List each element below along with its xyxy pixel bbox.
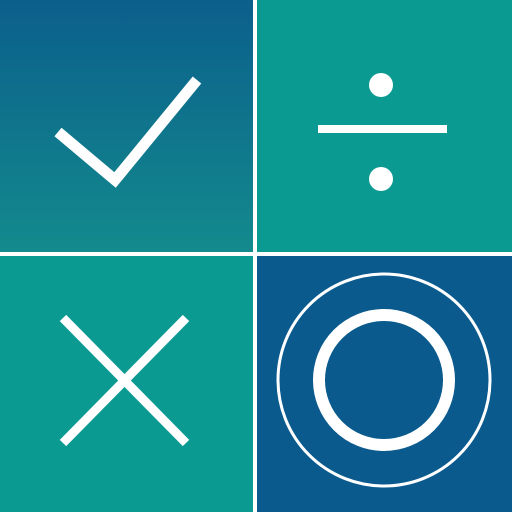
cross-tile-graphic [0,256,253,512]
tile-circle[interactable] [257,256,512,512]
icon-grid [0,0,512,512]
circle-tile-graphic [257,256,512,512]
tile-checkmark[interactable] [0,0,253,252]
divide-tile-graphic [257,0,512,252]
tile-cross[interactable] [0,256,253,512]
checkmark-tile-graphic [0,0,253,252]
tile-background [257,256,512,512]
tile-divide[interactable] [257,0,512,252]
tile-background [0,0,253,252]
